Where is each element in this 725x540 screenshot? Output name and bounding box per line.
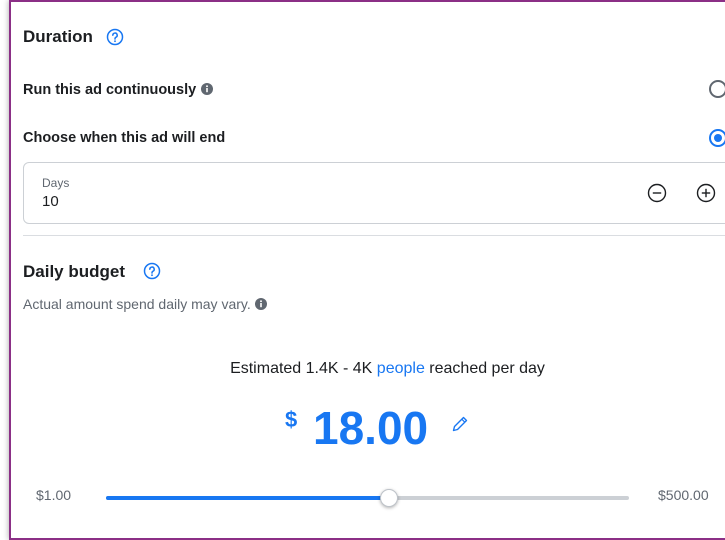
slider-max-label: $500.00 <box>658 487 709 503</box>
minus-circle-icon[interactable] <box>647 183 667 203</box>
info-icon[interactable] <box>200 82 213 95</box>
days-stepper[interactable] <box>23 162 725 224</box>
option-run-continuously-label: Run this ad continuously <box>23 82 197 98</box>
days-label: Days <box>42 176 70 190</box>
section-divider <box>23 235 725 236</box>
estimate-prefix: Estimated 1.4K - 4K <box>230 360 377 377</box>
help-circle-icon[interactable] <box>106 28 124 46</box>
help-circle-icon[interactable] <box>143 262 161 280</box>
plus-circle-icon[interactable] <box>696 183 716 203</box>
pencil-icon[interactable] <box>450 414 470 434</box>
info-icon[interactable] <box>255 297 268 310</box>
duration-title: Duration <box>23 27 93 46</box>
radio-run-continuously[interactable] <box>709 80 725 98</box>
radio-choose-end[interactable] <box>709 129 725 147</box>
budget-amount: 18.00 <box>313 402 429 454</box>
daily-budget-title: Daily budget <box>23 262 126 281</box>
budget-subtitle-text: Actual amount spend daily may vary. <box>23 296 251 312</box>
option-run-continuously[interactable]: Run this ad continuously <box>23 81 213 99</box>
currency-symbol: $ <box>285 407 298 432</box>
days-input[interactable]: 10 <box>42 193 59 210</box>
estimate-suffix: reached per day <box>424 360 545 377</box>
slider-min-label: $1.00 <box>36 487 72 503</box>
estimated-reach: Estimated 1.4K - 4K people reached per d… <box>0 360 725 378</box>
budget-slider[interactable] <box>106 489 629 507</box>
slider-fill <box>106 496 390 500</box>
option-choose-end-label[interactable]: Choose when this ad will end <box>23 130 225 146</box>
budget-subtitle: Actual amount spend daily may vary. <box>23 296 268 314</box>
people-link[interactable]: people <box>377 360 425 377</box>
